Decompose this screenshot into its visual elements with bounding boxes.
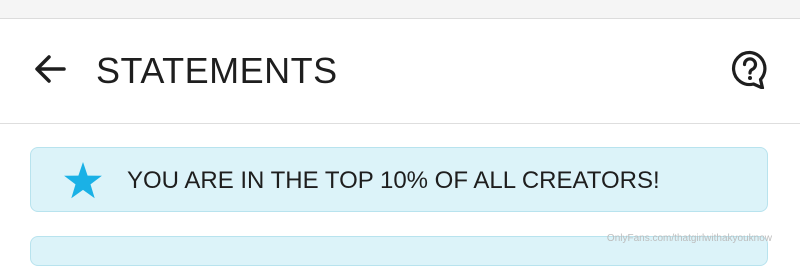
status-strip xyxy=(0,0,800,19)
statements-content: YOU ARE IN THE TOP 10% OF ALL CREATORS! xyxy=(0,124,800,266)
watermark: OnlyFans.com/thatgirlwithakyouknow xyxy=(606,233,772,244)
help-button[interactable] xyxy=(728,49,772,93)
banner-text: YOU ARE IN THE TOP 10% OF ALL CREATORS! xyxy=(127,167,660,194)
back-button[interactable] xyxy=(28,49,72,93)
star-icon xyxy=(63,161,103,201)
top-creator-banner: YOU ARE IN THE TOP 10% OF ALL CREATORS! xyxy=(30,147,768,212)
page-title: STATEMENTS xyxy=(96,50,338,91)
arrow-left-icon xyxy=(32,51,68,92)
question-bubble-icon xyxy=(730,49,770,94)
app-header: STATEMENTS xyxy=(0,19,800,124)
